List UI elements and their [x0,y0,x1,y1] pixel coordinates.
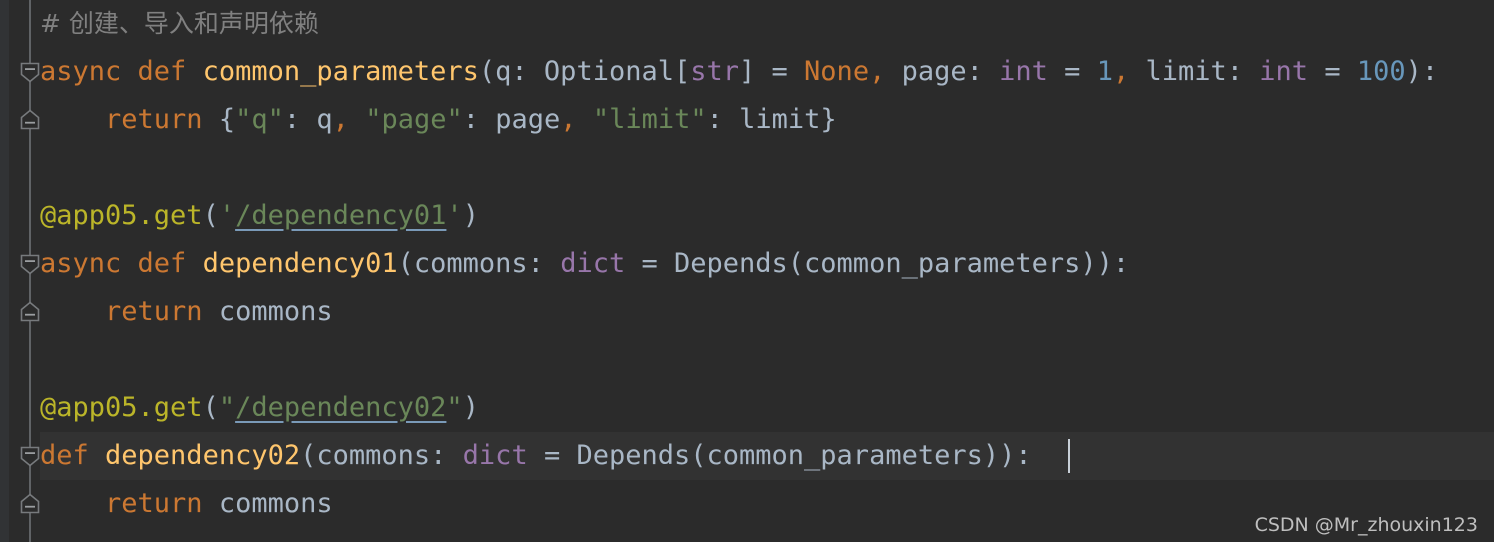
code-token: "limit" [592,104,707,135]
code-token: common_parameters [202,56,479,87]
code-line-text: # 创建、导入和声明依赖 [40,0,319,48]
code-token: None [804,56,870,87]
code-token: { [202,104,236,135]
code-line[interactable]: return {"q": q, "page": page, "limit": l… [0,96,1494,144]
code-token: , [332,104,349,135]
code-line[interactable]: async def common_parameters(q: Optional[… [0,48,1494,96]
code-token: , [1112,56,1130,87]
code-token: dict [560,248,626,279]
code-token: (q: Optional[ [478,56,691,87]
code-token: ' [446,200,463,231]
code-token: = [1047,56,1097,87]
code-token: , [869,56,886,87]
code-token: @app05.get [40,200,203,231]
code-line-text: @app05.get('/dependency01') [40,192,479,240]
code-token: return [105,488,203,519]
code-token: commons [202,488,333,519]
fold-region-end-icon[interactable] [19,109,41,131]
code-token: " [446,392,463,423]
code-line-text: return commons [40,288,333,336]
code-line[interactable]: @app05.get('/dependency01') [0,192,1494,240]
code-token: str [690,56,740,87]
code-token: ' [218,200,236,231]
code-token: ( [202,200,219,231]
code-token: : page [462,104,561,135]
code-line-text: async def dependency01(commons: dict = D… [40,240,1129,288]
code-token: int [1259,56,1309,87]
code-token: = Depends(common_parameters)): [625,248,1130,279]
code-token: return [105,104,203,135]
code-token: int [999,56,1048,87]
code-token: ) [462,392,479,423]
code-token: dependency02 [105,440,301,471]
code-token: @app05.get [40,392,203,423]
code-token: (commons: [397,248,561,279]
code-token: ( [202,392,219,423]
code-line-text: return commons [40,480,333,528]
code-line[interactable]: async def dependency01(commons: dict = D… [0,240,1494,288]
code-line[interactable] [0,336,1494,384]
code-editor[interactable]: # 创建、导入和声明依赖 async def common_parameters(… [0,0,1494,542]
csdn-watermark: CSDN @Mr_zhouxin123 [1254,514,1478,536]
code-line-text: return {"q": q, "page": page, "limit": l… [40,96,837,144]
code-token: async def [40,248,203,279]
fold-region-start-icon[interactable] [19,253,41,275]
fold-region-start-icon[interactable] [19,61,41,83]
code-line[interactable]: def dependency02(commons: dict = Depends… [0,432,1494,480]
code-lines-container[interactable]: # 创建、导入和声明依赖 async def common_parameters(… [0,0,1494,542]
code-line[interactable]: return commons [0,288,1494,336]
code-token: ] = [739,56,805,87]
text-caret [1068,439,1070,473]
code-line-text: async def common_parameters(q: Optional[… [40,48,1438,96]
code-line-text: @app05.get("/dependency02") [40,384,479,432]
code-token: /dependency02 [235,392,447,423]
code-token: " [218,392,236,423]
code-token: : limit} [706,104,837,135]
fold-region-start-icon[interactable] [19,445,41,467]
fold-region-end-icon[interactable] [19,493,41,515]
code-token: dict [462,440,528,471]
code-token: "page" [365,104,463,135]
code-token: /dependency01 [235,200,447,231]
code-folding-layer[interactable] [0,0,40,542]
code-token: dependency01 [202,248,398,279]
code-token: page: [885,56,1000,87]
code-token: : q [283,104,333,135]
code-token: , [560,104,577,135]
code-token: 100 [1356,56,1406,87]
code-line[interactable]: @app05.get("/dependency02") [0,384,1494,432]
code-token: "q" [235,104,284,135]
code-line[interactable] [0,144,1494,192]
code-token: async def [40,56,203,87]
code-token: 1 [1096,56,1113,87]
code-token: def [40,440,106,471]
code-line[interactable]: # 创建、导入和声明依赖 [0,0,1494,48]
code-token: commons [202,296,333,327]
code-token: (commons: [300,440,463,471]
code-token: # 创建、导入和声明依赖 [40,9,319,38]
code-token: ) [462,200,479,231]
code-token: = [1308,56,1357,87]
code-token: return [105,296,203,327]
code-line-text: def dependency02(commons: dict = Depends… [40,432,1032,480]
code-token: ): [1405,56,1439,87]
code-token: = Depends(common_parameters)): [527,440,1032,471]
code-token: limit: [1129,56,1260,87]
fold-region-end-icon[interactable] [19,301,41,323]
